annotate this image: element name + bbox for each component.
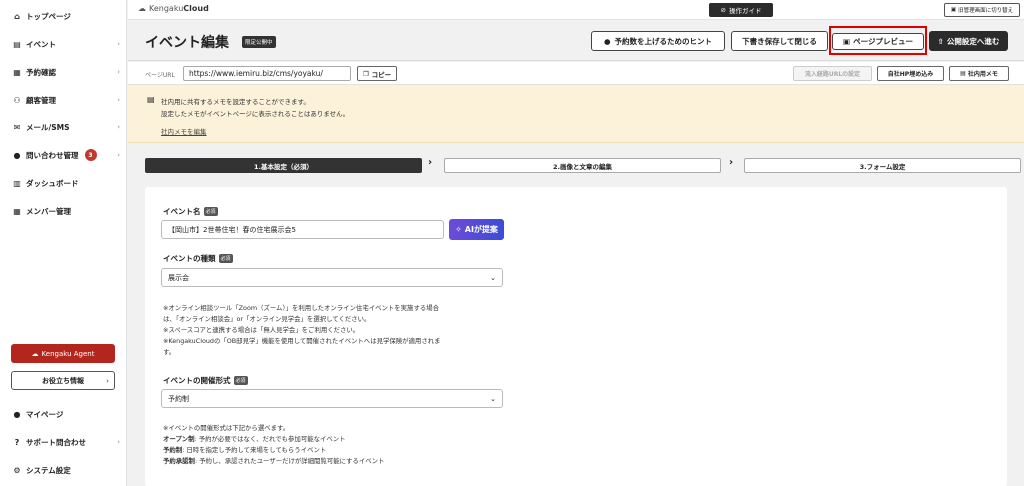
- chat-icon: ●: [13, 150, 21, 160]
- sidebar-item-label: 顧客管理: [26, 95, 56, 105]
- chevron-right-icon: ›: [117, 40, 120, 48]
- chevron-right-icon: ›: [106, 376, 109, 385]
- gear-icon: ⚙: [13, 465, 21, 475]
- chevron-right-icon: ›: [117, 68, 120, 76]
- memo-banner: ▤ 社内用に共有するメモを設定することができます。 設定したメモがイベントページ…: [128, 86, 1024, 143]
- url-bar: ページURL https://www.iemiru.biz/cms/yoyaku…: [128, 62, 1024, 85]
- help-icon: ?: [14, 437, 20, 447]
- page-preview-button[interactable]: ▣ ページプレビュー: [832, 33, 924, 50]
- kengaku-agent-button[interactable]: ☁ Kengaku Agent: [11, 344, 115, 363]
- event-type-notes: ※オンライン相談ツール「Zoom（ズーム）」を利用したオンライン住宅イベントを実…: [163, 304, 441, 356]
- sidebar-item-label: イベント: [26, 39, 56, 49]
- guide-button[interactable]: ⊘ 操作ガイド: [709, 3, 773, 17]
- sparkle-icon: ✧: [455, 225, 462, 234]
- compass-icon: ⊘: [720, 6, 726, 14]
- sidebar-item-label: 予約確認: [26, 67, 56, 77]
- sidebar-item-label: メンバー管理: [26, 206, 71, 216]
- memo-text: 設定したメモがイベントページに表示されることはありません。: [161, 110, 350, 118]
- save-draft-close-button[interactable]: 下書き保存して閉じる: [731, 31, 828, 51]
- edit-memo-link[interactable]: 社内メモを編集: [161, 126, 207, 136]
- sidebar-item-label: マイページ: [26, 409, 64, 419]
- page-header: イベント編集 限定公開中 ● 予約数を上げるためのヒント 下書き保存して閉じる …: [128, 20, 1024, 61]
- switch-icon: ▣: [950, 7, 957, 13]
- chevron-right-icon: ›: [729, 157, 734, 168]
- top-bar: ☁ KengakuCloud ⊘ 操作ガイド ▣ 旧管理画面に切り替え: [128, 0, 1024, 20]
- hint-button[interactable]: ● 予約数を上げるためのヒント: [591, 31, 725, 51]
- event-format-select[interactable]: 予約制 ⌄: [161, 389, 503, 408]
- sidebar-item-support[interactable]: ? サポート問合わせ ›: [12, 435, 120, 449]
- embed-button[interactable]: 自社HP埋め込み: [877, 66, 944, 81]
- event-name-label: イベント名 必須: [163, 207, 218, 216]
- tips-button[interactable]: お役立ち情報 ›: [11, 371, 115, 390]
- person-icon: ●: [13, 409, 21, 419]
- step-form-settings[interactable]: 3.フォーム設定: [744, 158, 1021, 173]
- mail-icon: ✉: [13, 122, 21, 132]
- cloud-logo-icon: ☁: [138, 4, 146, 13]
- sidebar-item-label: サポート問合わせ: [26, 437, 86, 447]
- step-image-text[interactable]: 2.画像と文章の編集: [444, 158, 721, 173]
- sidebar-item-mypage[interactable]: ● マイページ: [12, 407, 120, 421]
- sidebar-item-label: ダッシュボード: [26, 178, 79, 188]
- copy-button[interactable]: ❐ コピー: [357, 66, 397, 81]
- url-label: ページURL: [145, 72, 175, 79]
- sidebar-item-label: トップページ: [26, 11, 71, 21]
- sidebar-item-mail[interactable]: ✉ メール/SMS ›: [12, 120, 120, 134]
- event-format-label: イベントの開催形式 必須: [163, 376, 248, 385]
- chart-icon: ▥: [13, 178, 21, 188]
- cloud-icon: ☁: [31, 349, 39, 358]
- home-icon: ⌂: [14, 11, 20, 21]
- status-badge: 限定公開中: [242, 36, 276, 48]
- event-name-input[interactable]: 【岡山市】2世帯住宅！春の住宅展示会5: [161, 220, 444, 239]
- sidebar-item-label: システム設定: [26, 465, 71, 475]
- chevron-right-icon: ›: [117, 96, 120, 104]
- chevron-right-icon: ›: [117, 151, 120, 159]
- users-icon: ⚇: [13, 95, 21, 105]
- step-basic-settings[interactable]: 1.基本設定（必須）: [145, 158, 422, 173]
- switch-legacy-button[interactable]: ▣ 旧管理画面に切り替え: [944, 3, 1020, 17]
- page-url-field[interactable]: https://www.iemiru.biz/cms/yoyaku/: [183, 66, 351, 81]
- preview-icon: ▣: [843, 37, 851, 46]
- upload-icon: ⇧: [937, 36, 944, 46]
- calendar-icon: ▦: [13, 67, 21, 77]
- sidebar: ⌂ トップページ ▤ イベント › ▦ 予約確認 › ⚇ 顧客管理 › ✉ メー…: [0, 0, 127, 486]
- required-badge: 必須: [203, 207, 218, 216]
- sidebar-item-top[interactable]: ⌂ トップページ: [12, 9, 120, 23]
- chevron-right-icon: ›: [117, 123, 120, 131]
- document-icon: ▤: [13, 39, 21, 49]
- document-icon: ▤: [147, 95, 155, 104]
- memo-text: 社内用に共有するメモを設定することができます。: [161, 98, 310, 106]
- grid-icon: ▦: [13, 206, 21, 216]
- internal-memo-button[interactable]: ▤ 社内用メモ: [949, 66, 1009, 81]
- chevron-right-icon: ›: [428, 157, 433, 168]
- sidebar-item-settings[interactable]: ⚙ システム設定: [12, 463, 120, 477]
- sidebar-item-event[interactable]: ▤ イベント ›: [12, 37, 120, 51]
- pin-icon: ●: [603, 36, 611, 46]
- sidebar-item-reservation[interactable]: ▦ 予約確認 ›: [12, 65, 120, 79]
- copy-icon: ❐: [362, 69, 369, 78]
- sidebar-item-label: メール/SMS: [26, 122, 70, 132]
- event-type-label: イベントの種類 必須: [163, 254, 233, 263]
- notification-badge: 3: [84, 149, 97, 161]
- page-title: イベント編集: [145, 35, 229, 51]
- required-badge: 必須: [233, 376, 248, 385]
- sidebar-item-inquiries[interactable]: ● 問い合わせ管理 3 ›: [12, 148, 120, 162]
- required-badge: 必須: [218, 254, 233, 263]
- sidebar-item-label: 問い合わせ管理: [26, 150, 79, 160]
- chevron-down-icon: ⌄: [490, 273, 496, 282]
- publish-settings-button[interactable]: ⇧ 公開設定へ進む: [929, 31, 1008, 51]
- sidebar-item-members[interactable]: ▦ メンバー管理: [12, 204, 120, 218]
- event-type-select[interactable]: 展示会 ⌄: [161, 268, 503, 287]
- logo: ☁ KengakuCloud: [138, 4, 209, 13]
- basic-settings-form: イベント名 必須 【岡山市】2世帯住宅！春の住宅展示会5 ✧ AIが提案 イベン…: [145, 187, 1007, 486]
- event-format-notes: ※イベントの開催形式は下記から選べます。 オープン制: 予約が必要ではなく、だれ…: [163, 424, 385, 465]
- chevron-down-icon: ⌄: [490, 394, 496, 403]
- inflow-url-button[interactable]: 流入経路URLの設定: [793, 66, 872, 81]
- ai-suggest-button[interactable]: ✧ AIが提案: [449, 219, 504, 240]
- chevron-right-icon: ›: [117, 438, 120, 446]
- sidebar-item-customers[interactable]: ⚇ 顧客管理 ›: [12, 93, 120, 107]
- memo-icon: ▤: [960, 70, 966, 77]
- sidebar-item-dashboard[interactable]: ▥ ダッシュボード: [12, 176, 120, 190]
